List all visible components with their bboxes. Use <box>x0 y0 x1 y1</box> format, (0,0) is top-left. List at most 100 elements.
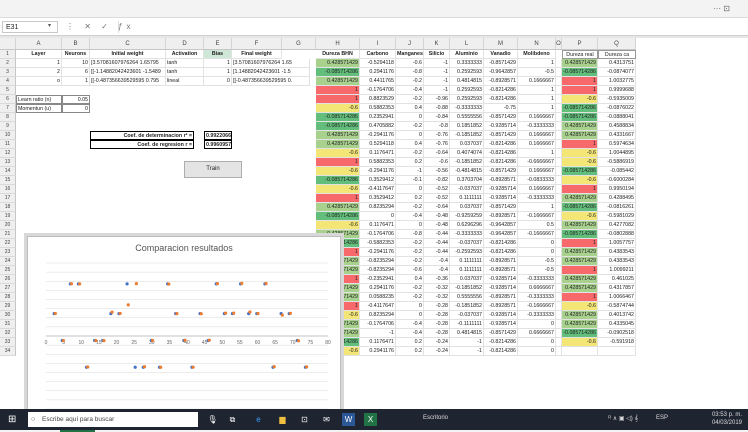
row-header-23[interactable]: 23 <box>0 248 16 257</box>
tray-icons[interactable]: ᴿ ∧ ▣ ◁) 𝄞 <box>608 415 638 423</box>
row-header-22[interactable]: 22 <box>0 239 16 248</box>
data-cell: -0.085714286 <box>562 329 598 338</box>
row-header-32[interactable]: 32 <box>0 329 16 338</box>
data-cell: -0.0802888 <box>598 230 636 239</box>
data-cell: 0 <box>518 347 556 356</box>
column-header-g[interactable]: G <box>282 38 316 50</box>
row-header-3[interactable]: 3 <box>0 68 16 77</box>
data-cell: -0.9285714 <box>484 275 518 284</box>
train-button[interactable]: Train <box>184 161 242 178</box>
row-header-18[interactable]: 18 <box>0 203 16 212</box>
row-header-30[interactable]: 30 <box>0 311 16 320</box>
ribbon-options-icon[interactable]: ··· ⊡ <box>713 4 730 13</box>
column-header-e[interactable]: E <box>204 38 232 50</box>
formula-input[interactable] <box>118 21 740 33</box>
word-icon[interactable]: W <box>342 413 355 426</box>
data-cell: 0.428571429 <box>562 257 598 266</box>
store-icon[interactable]: ⊡ <box>298 413 311 426</box>
row-header-7[interactable]: 7 <box>0 104 16 113</box>
data-cell: 1 <box>316 86 360 95</box>
row-header-17[interactable]: 17 <box>0 194 16 203</box>
file-explorer-icon[interactable]: ▆ <box>276 413 289 426</box>
row-header-14[interactable]: 14 <box>0 167 16 176</box>
data-cell: -0.24 <box>424 338 450 347</box>
data-cell: -1 <box>424 86 450 95</box>
column-header-k[interactable]: K <box>424 38 450 50</box>
mail-icon[interactable]: ✉ <box>320 413 333 426</box>
row-header-26[interactable]: 26 <box>0 275 16 284</box>
momentum-label: Momentun (u) <box>16 104 62 113</box>
data-cell: -0.4 <box>424 266 450 275</box>
tray-language[interactable]: ESP <box>656 415 668 421</box>
calc-point <box>248 310 252 314</box>
row-header-25[interactable]: 25 <box>0 266 16 275</box>
row-header-12[interactable]: 12 <box>0 149 16 158</box>
row-header-9[interactable]: 9 <box>0 122 16 131</box>
data-cell: -0.5886919 <box>598 158 636 167</box>
row-header-28[interactable]: 28 <box>0 293 16 302</box>
name-box-dropdown-icon[interactable]: ▾ <box>48 21 51 32</box>
column-header-f[interactable]: F <box>232 38 282 50</box>
column-header-m[interactable]: M <box>484 38 518 50</box>
neurons-cell: 6 <box>62 68 90 77</box>
row-header-21[interactable]: 21 <box>0 230 16 239</box>
column-header-i[interactable]: I <box>360 38 396 50</box>
data-cell: 1 <box>316 95 360 104</box>
row-header-24[interactable]: 24 <box>0 257 16 266</box>
data-cell: -0.8214286 <box>484 149 518 158</box>
column-header-p[interactable]: P <box>562 38 598 50</box>
task-view-icon[interactable]: ⧉ <box>226 413 239 426</box>
data-cell: -0.6 <box>316 149 360 158</box>
excel-icon[interactable]: X <box>364 413 377 426</box>
column-header-n[interactable]: N <box>518 38 556 50</box>
column-header-a[interactable]: A <box>16 38 62 50</box>
data-cell: -0.1111111 <box>450 320 484 329</box>
column-header-l[interactable]: L <box>450 38 484 50</box>
data-cell: 0.5555556 <box>450 113 484 122</box>
row-header-19[interactable]: 19 <box>0 212 16 221</box>
row-header-34[interactable]: 34 <box>0 347 16 356</box>
scatter-chart[interactable]: Comparacion resultados 0 5 10 15 20 25 30 35 40 45… <box>27 236 341 420</box>
row-header-2[interactable]: 2 <box>0 59 16 68</box>
row-header-11[interactable]: 11 <box>0 140 16 149</box>
row-header-29[interactable]: 29 <box>0 302 16 311</box>
data-cell: -0.8928571 <box>484 257 518 266</box>
data-cell: 0.3529412 <box>360 194 396 203</box>
column-header-b[interactable]: B <box>62 38 90 50</box>
data-cell: 0.1176471 <box>360 149 396 158</box>
row-header-33[interactable]: 33 <box>0 338 16 347</box>
column-header-h[interactable]: H <box>316 38 360 50</box>
tray-escritorio[interactable]: Escritorio <box>423 415 448 421</box>
column-header-c[interactable]: C <box>90 38 166 50</box>
row-header-4[interactable]: 4 <box>0 77 16 86</box>
data-cell: -0.75 <box>484 104 518 113</box>
worksheet-grid[interactable]: A B C D E F G H I J K L M N O P Q 1 2 3 4 5 6 7 8 9 10 11 12 13 14 15 16… <box>0 38 748 420</box>
row-header-27[interactable]: 27 <box>0 284 16 293</box>
row-header-8[interactable]: 8 <box>0 113 16 122</box>
column-header-j[interactable]: J <box>396 38 424 50</box>
column-header-d[interactable]: D <box>166 38 204 50</box>
edge-browser-icon[interactable]: e <box>252 413 265 426</box>
taskbar-search[interactable]: ○ Escribe aquí para buscar <box>28 412 198 427</box>
data-cell: 0.428571429 <box>562 248 598 257</box>
row-header-5[interactable]: 5 <box>0 86 16 95</box>
row-header-1[interactable]: 1 <box>0 50 16 59</box>
row-header-10[interactable]: 10 <box>0 131 16 140</box>
tray-clock[interactable]: 03:53 p. m. 04/03/2019 <box>712 411 742 427</box>
select-all-corner[interactable] <box>0 38 16 50</box>
data-cell: 0.1666667 <box>518 113 556 122</box>
row-header-31[interactable]: 31 <box>0 320 16 329</box>
column-header-q[interactable]: Q <box>598 38 636 50</box>
data-cell: 0.428571429 <box>562 311 598 320</box>
row-header-13[interactable]: 13 <box>0 158 16 167</box>
windows-start-icon[interactable]: ⊞ <box>8 414 16 425</box>
calc-point <box>175 312 179 316</box>
row-header-6[interactable]: 6 <box>0 95 16 104</box>
row-header-15[interactable]: 15 <box>0 176 16 185</box>
data-cell: 0.2941176 <box>360 68 396 77</box>
microphone-icon[interactable]: 🎙 <box>206 413 219 426</box>
row-header-16[interactable]: 16 <box>0 185 16 194</box>
calc-point <box>110 310 114 314</box>
data-cell: -0.3333333 <box>450 230 484 239</box>
row-header-20[interactable]: 20 <box>0 221 16 230</box>
